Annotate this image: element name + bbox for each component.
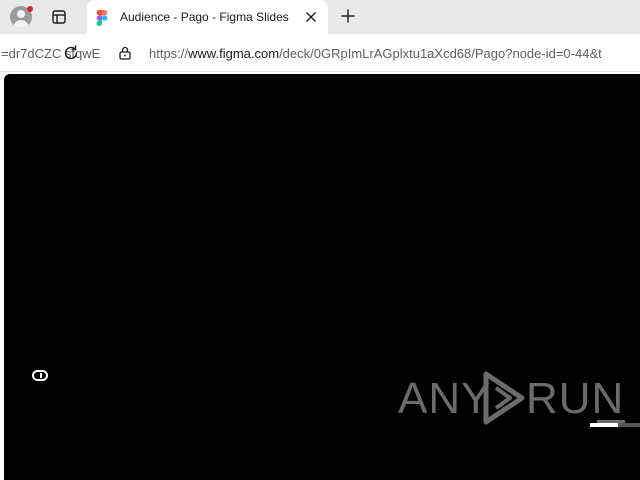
tab-strip: Audience - Pago - Figma Slides [0, 0, 640, 34]
reload-icon[interactable] [62, 44, 80, 62]
pill-toggle-icon[interactable] [32, 370, 48, 381]
watermark-right-text: RUN [526, 374, 625, 423]
active-tab[interactable]: Audience - Pago - Figma Slides [87, 0, 328, 34]
url-host: www.figma.com [188, 46, 280, 61]
figma-icon [96, 10, 108, 26]
address-bar: =dr7dCZC stqwE https://www.figma.com/dec… [0, 34, 640, 72]
avatar-body [13, 20, 29, 28]
slide-progress-bar [590, 423, 640, 427]
notification-dot [27, 6, 33, 12]
tab-actions-icon[interactable] [51, 9, 67, 25]
url-text: https://www.figma.com/deck/0GRpImLrAGplx… [149, 46, 602, 61]
play-logo-icon [483, 371, 525, 425]
close-icon[interactable] [305, 11, 317, 23]
url-fragment: =dr7dCZC stqwE [1, 46, 101, 61]
tab-title: Audience - Pago - Figma Slides [120, 10, 289, 24]
url-field[interactable]: https://www.figma.com/deck/0GRpImLrAGplx… [112, 38, 640, 68]
url-prefix: https:// [149, 46, 189, 61]
avatar-head [17, 10, 25, 18]
plus-icon[interactable] [341, 9, 355, 23]
browser-window: Audience - Pago - Figma Slides =dr7dCZC … [0, 0, 640, 480]
slide-progress-fill [590, 423, 618, 427]
slide-viewport[interactable]: ANY RUN [4, 74, 640, 480]
url-path: /deck/0GRpImLrAGplxtu1aXcd68/Pago?node-i… [279, 46, 602, 61]
lock-icon[interactable] [118, 46, 132, 60]
